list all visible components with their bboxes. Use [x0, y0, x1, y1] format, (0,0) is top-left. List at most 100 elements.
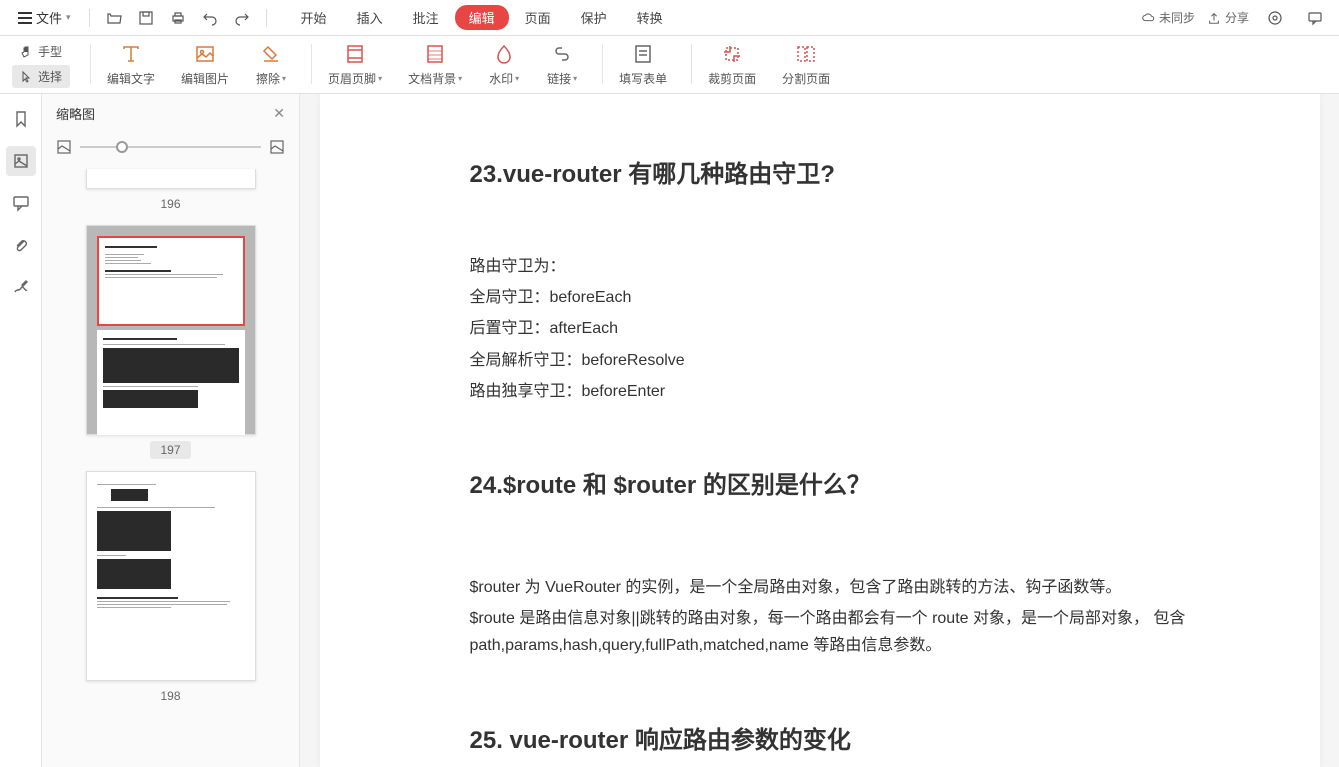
crop-label: 裁剪页面 — [708, 70, 756, 87]
header-footer-label: 页眉页脚 — [328, 70, 376, 87]
sync-label: 未同步 — [1159, 9, 1195, 26]
cursor-icon — [20, 70, 34, 84]
hamburger-icon — [18, 12, 32, 24]
erase-label: 擦除 — [256, 70, 280, 87]
erase-button[interactable]: 擦除▾ — [247, 40, 295, 89]
thumb-preview — [86, 169, 256, 189]
file-chev: ▾ — [66, 12, 71, 23]
crop-icon — [720, 42, 744, 66]
heading-25: 25. vue-router 响应路由参数的变化 — [470, 720, 1260, 755]
zoom-slider[interactable] — [80, 146, 261, 148]
slider-knob[interactable] — [116, 141, 128, 153]
document-page: 23.vue-router 有哪几种路由守卫? 路由守卫为： 全局守卫：befo… — [320, 94, 1320, 767]
thumb-preview — [86, 471, 256, 681]
thumb-preview — [86, 225, 256, 435]
share-button[interactable]: 分享 — [1207, 9, 1249, 26]
paragraph: 全局守卫：beforeEach — [470, 284, 1260, 311]
select-mode[interactable]: 选择 — [12, 65, 70, 88]
ribbon-tabs: 开始 插入 批注 编辑 页面 保护 转换 — [287, 4, 677, 31]
top-right-controls: 未同步 分享 — [1141, 4, 1329, 32]
heading-24: 24.$route 和 $router 的区别是什么？ — [470, 465, 1260, 500]
edit-text-button[interactable]: 编辑文字 — [99, 40, 163, 89]
tab-protect[interactable]: 保护 — [567, 4, 621, 31]
paragraph: $router 为 VueRouter 的实例，是一个全局路由对象，包含了路由跳… — [470, 574, 1260, 601]
top-toolbar: 文件 ▾ 开始 插入 批注 编辑 页面 保护 转换 未同步 分享 — [0, 0, 1339, 36]
chevron-down-icon: ▾ — [573, 74, 577, 83]
doc-bg-button[interactable]: 文档背景▾ — [400, 40, 470, 89]
file-menu[interactable]: 文件 ▾ — [10, 4, 79, 31]
ribbon-group: 裁剪页面 分割页面 — [700, 40, 838, 89]
thumb-196[interactable]: 196 — [54, 169, 287, 211]
sync-button[interactable]: 未同步 — [1141, 9, 1195, 26]
redo-icon[interactable] — [228, 4, 256, 32]
zoom-out-icon[interactable] — [56, 139, 72, 155]
paragraph: 路由独享守卫：beforeEnter — [470, 378, 1260, 405]
zoom-in-icon[interactable] — [269, 139, 285, 155]
chevron-down-icon: ▾ — [515, 74, 519, 83]
save-icon[interactable] — [132, 4, 160, 32]
feedback-icon[interactable] — [1301, 4, 1329, 32]
edit-image-button[interactable]: 编辑图片 — [173, 40, 237, 89]
text-icon — [119, 42, 143, 66]
heading-23: 23.vue-router 有哪几种路由守卫? — [470, 154, 1260, 189]
split-page-button[interactable]: 分割页面 — [774, 40, 838, 89]
thumbnail-panel: 缩略图 ✕ 196 — [42, 94, 300, 767]
signature-button[interactable] — [6, 272, 36, 302]
undo-icon[interactable] — [196, 4, 224, 32]
thumb-header: 缩略图 ✕ — [42, 94, 299, 133]
mode-group: 手型 选择 — [12, 40, 70, 88]
thumb-label: 196 — [160, 197, 180, 211]
separator — [90, 44, 91, 84]
header-footer-button[interactable]: 页眉页脚▾ — [320, 40, 390, 89]
form-icon — [631, 42, 655, 66]
separator — [89, 9, 90, 27]
tab-edit[interactable]: 编辑 — [455, 5, 509, 30]
edit-text-label: 编辑文字 — [107, 70, 155, 87]
comment-button[interactable] — [6, 188, 36, 218]
edit-image-label: 编辑图片 — [181, 70, 229, 87]
hand-icon — [20, 45, 34, 59]
paragraph: 全局解析守卫：beforeResolve — [470, 347, 1260, 374]
chevron-down-icon: ▾ — [378, 74, 382, 83]
close-icon[interactable]: ✕ — [273, 105, 285, 122]
attachment-button[interactable] — [6, 230, 36, 260]
open-icon[interactable] — [100, 4, 128, 32]
doc-bg-label: 文档背景 — [408, 70, 456, 87]
print-icon[interactable] — [164, 4, 192, 32]
bg-icon — [423, 42, 447, 66]
watermark-button[interactable]: 水印▾ — [480, 40, 528, 89]
chevron-down-icon: ▾ — [282, 74, 286, 83]
tab-annotate[interactable]: 批注 — [399, 4, 453, 31]
paragraph: 后置守卫：afterEach — [470, 315, 1260, 342]
chevron-down-icon: ▾ — [458, 74, 462, 83]
image-icon — [193, 42, 217, 66]
thumb-198[interactable]: 198 — [54, 471, 287, 703]
fill-form-button[interactable]: 填写表单 — [611, 40, 675, 89]
thumb-list[interactable]: 196 — [42, 165, 299, 767]
bookmark-button[interactable] — [6, 104, 36, 134]
hand-mode[interactable]: 手型 — [12, 40, 70, 63]
document-view[interactable]: 23.vue-router 有哪几种路由守卫? 路由守卫为： 全局守卫：befo… — [300, 94, 1339, 767]
thumbnail-button[interactable] — [6, 146, 36, 176]
link-button[interactable]: 链接▾ — [538, 40, 586, 89]
tab-convert[interactable]: 转换 — [623, 4, 677, 31]
paragraph: 路由守卫为： — [470, 253, 1260, 280]
separator — [266, 9, 267, 27]
select-label: 选择 — [38, 68, 62, 85]
tab-page[interactable]: 页面 — [511, 4, 565, 31]
split-label: 分割页面 — [782, 70, 830, 87]
thumb-label: 198 — [160, 689, 180, 703]
watermark-label: 水印 — [489, 70, 513, 87]
separator — [691, 44, 692, 84]
fill-form-label: 填写表单 — [619, 70, 667, 87]
link-label: 链接 — [547, 70, 571, 87]
settings-icon[interactable] — [1261, 4, 1289, 32]
crop-page-button[interactable]: 裁剪页面 — [700, 40, 764, 89]
tab-start[interactable]: 开始 — [287, 4, 341, 31]
separator — [602, 44, 603, 84]
thumb-197[interactable]: 197 — [54, 225, 287, 457]
tab-insert[interactable]: 插入 — [343, 4, 397, 31]
link-icon — [550, 42, 574, 66]
ribbon-group: 填写表单 — [611, 40, 675, 89]
hand-label: 手型 — [38, 43, 62, 60]
